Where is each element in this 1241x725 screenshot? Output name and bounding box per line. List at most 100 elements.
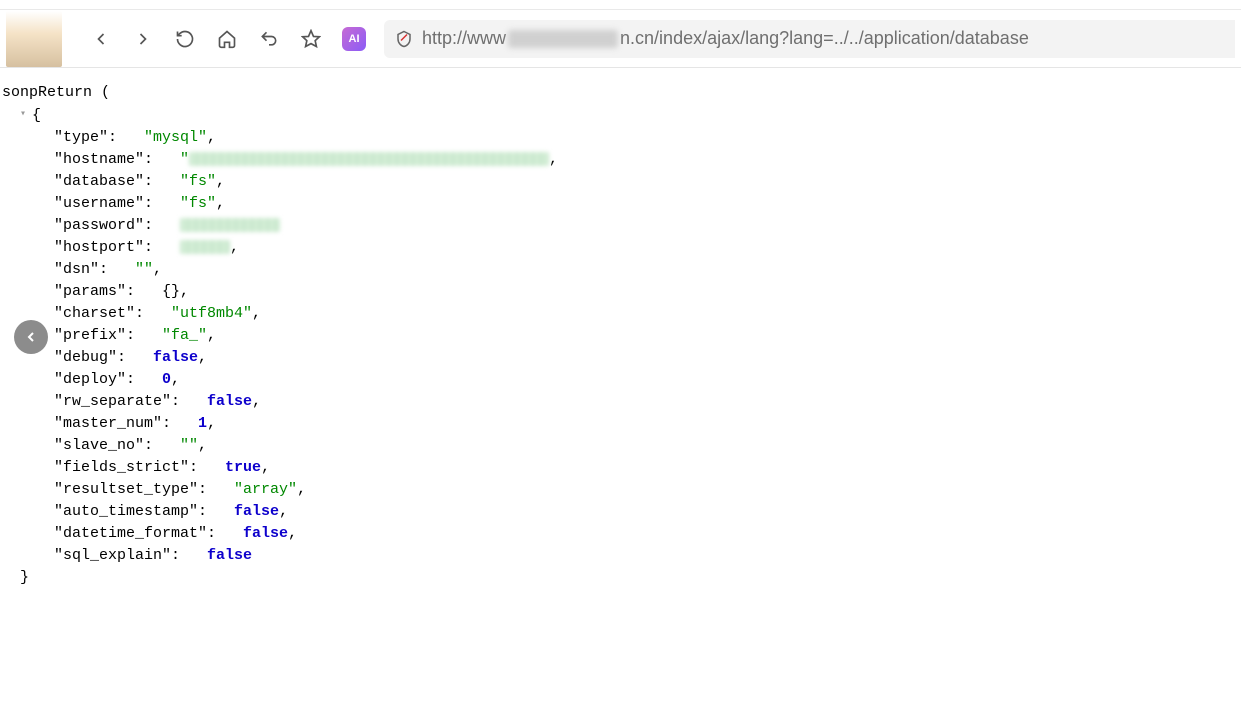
json-value-string: "fs"	[180, 195, 216, 212]
trailing-comma: ,	[252, 393, 261, 410]
obscured-value	[180, 240, 230, 254]
json-line-hostname: "hostname": ",	[2, 149, 1239, 171]
json-key: "rw_separate"	[54, 393, 171, 410]
obscured-value	[180, 218, 280, 232]
url-prefix: http://www	[422, 28, 506, 49]
json-value-string: "utf8mb4"	[171, 305, 252, 322]
brace-close: }	[2, 567, 1239, 589]
brace-open: ▾{	[2, 104, 1239, 127]
json-line-username: "username": "fs",	[2, 193, 1239, 215]
json-key: "resultset_type"	[54, 481, 198, 498]
ai-badge[interactable]: AI	[342, 27, 366, 51]
url-text: http://www n.cn/index/ajax/lang?lang=../…	[422, 28, 1029, 49]
json-key: "slave_no"	[54, 437, 144, 454]
trailing-comma: ,	[288, 525, 297, 542]
json-key: "username"	[54, 195, 144, 212]
json-key: "sql_explain"	[54, 547, 171, 564]
json-key: "database"	[54, 173, 144, 190]
json-line-database: "database": "fs",	[2, 171, 1239, 193]
json-key: "deploy"	[54, 371, 126, 388]
trailing-comma: ,	[153, 261, 162, 278]
json-line-rw_separate: "rw_separate": false,	[2, 391, 1239, 413]
json-key: "hostport"	[54, 239, 144, 256]
trailing-comma: ,	[216, 195, 225, 212]
json-line-charset: "charset": "utf8mb4",	[2, 303, 1239, 325]
trailing-comma: ,	[261, 459, 270, 476]
json-value-string: "mysql"	[144, 129, 207, 146]
json-value-number: 1	[198, 415, 207, 432]
trailing-comma: ,	[207, 415, 216, 432]
json-key: "auto_timestamp"	[54, 503, 198, 520]
chevron-left-icon	[91, 29, 111, 49]
json-line-hostport: "hostport": ,	[2, 237, 1239, 259]
trailing-comma: ,	[216, 173, 225, 190]
json-line-sql_explain: "sql_explain": false	[2, 545, 1239, 567]
json-value-string: ""	[135, 261, 153, 278]
json-line-fields_strict: "fields_strict": true,	[2, 457, 1239, 479]
json-key: "prefix"	[54, 327, 126, 344]
json-key: "dsn"	[54, 261, 99, 278]
json-value-keyword: false	[243, 525, 288, 542]
trailing-comma: ,	[207, 129, 216, 146]
trailing-comma: ,	[549, 151, 558, 168]
trailing-comma: ,	[252, 305, 261, 322]
json-value-keyword: false	[153, 349, 198, 366]
json-line-auto_timestamp: "auto_timestamp": false,	[2, 501, 1239, 523]
json-value-keyword: false	[234, 503, 279, 520]
json-line-datetime_format: "datetime_format": false,	[2, 523, 1239, 545]
json-line-master_num: "master_num": 1,	[2, 413, 1239, 435]
reload-button[interactable]	[168, 22, 202, 56]
trailing-comma: ,	[279, 503, 288, 520]
json-value-keyword: false	[207, 547, 252, 564]
trailing-comma: ,	[198, 437, 207, 454]
json-line-slave_no: "slave_no": "",	[2, 435, 1239, 457]
json-value-string: ""	[180, 437, 198, 454]
obscured-value	[189, 152, 549, 166]
undo-button[interactable]	[252, 22, 286, 56]
json-line-dsn: "dsn": "",	[2, 259, 1239, 281]
json-line-debug: "debug": false,	[2, 347, 1239, 369]
json-key: "hostname"	[54, 151, 144, 168]
json-line-deploy: "deploy": 0,	[2, 369, 1239, 391]
json-value-raw: {}	[162, 283, 180, 300]
json-key: "charset"	[54, 305, 135, 322]
json-value-keyword: true	[225, 459, 261, 476]
json-line-prefix: "prefix": "fa_",	[2, 325, 1239, 347]
json-key: "type"	[54, 129, 108, 146]
trailing-comma: ,	[171, 371, 180, 388]
avatar	[6, 11, 62, 67]
url-obscured-segment	[508, 30, 618, 48]
forward-button[interactable]	[126, 22, 160, 56]
browser-toolbar: AI http://www n.cn/index/ajax/lang?lang=…	[0, 10, 1241, 68]
json-key: "fields_strict"	[54, 459, 189, 476]
json-value-number: 0	[162, 371, 171, 388]
json-value-string: "array"	[234, 481, 297, 498]
json-key: "master_num"	[54, 415, 162, 432]
favorite-button[interactable]	[294, 22, 328, 56]
chevron-left-icon	[23, 329, 39, 345]
json-key: "params"	[54, 283, 126, 300]
address-bar[interactable]: http://www n.cn/index/ajax/lang?lang=../…	[384, 20, 1235, 58]
func-open: sonpReturn (	[2, 82, 1239, 104]
json-value-keyword: false	[207, 393, 252, 410]
trailing-comma: ,	[198, 349, 207, 366]
json-line-resultset_type: "resultset_type": "array",	[2, 479, 1239, 501]
json-key: "datetime_format"	[54, 525, 207, 542]
back-button[interactable]	[84, 22, 118, 56]
security-shield-icon	[394, 29, 414, 49]
reload-icon	[175, 29, 195, 49]
json-line-params: "params": {},	[2, 281, 1239, 303]
trailing-comma: ,	[207, 327, 216, 344]
window-top-strip	[0, 0, 1241, 10]
home-icon	[217, 29, 237, 49]
fold-caret-icon[interactable]: ▾	[20, 104, 30, 126]
home-button[interactable]	[210, 22, 244, 56]
json-line-password: "password":	[2, 215, 1239, 237]
undo-icon	[259, 29, 279, 49]
trailing-comma: ,	[230, 239, 239, 256]
json-key: "password"	[54, 217, 144, 234]
trailing-comma: ,	[180, 283, 189, 300]
json-value-string: "fa_"	[162, 327, 207, 344]
floating-back-button[interactable]	[14, 320, 48, 354]
trailing-comma: ,	[297, 481, 306, 498]
